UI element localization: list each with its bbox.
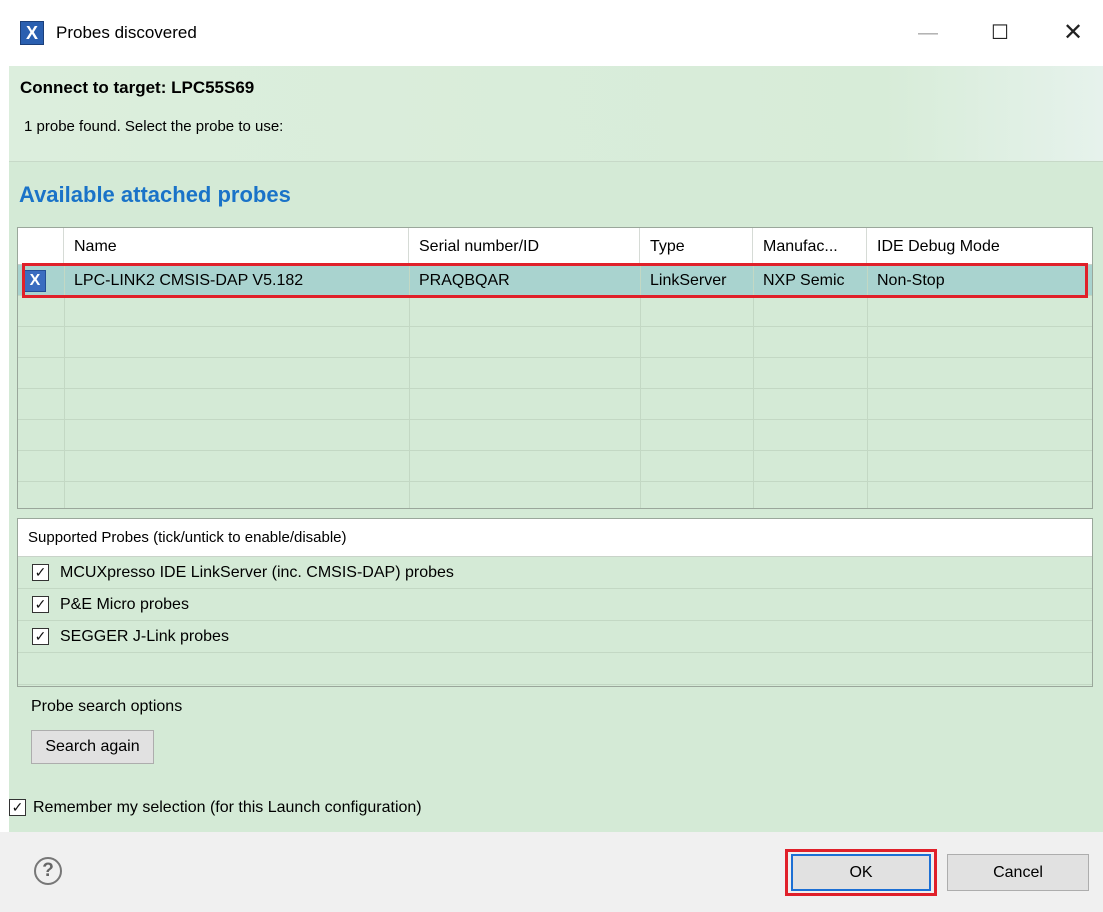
table-row-empty: [18, 358, 1092, 389]
probe-x-icon: X: [24, 270, 46, 292]
ok-button[interactable]: OK: [791, 854, 931, 891]
maximize-button[interactable]: ☐: [970, 12, 1030, 54]
cell-manufacturer: NXP Semic: [763, 272, 845, 289]
table-row-empty: [18, 389, 1092, 420]
cell-type: LinkServer: [650, 272, 727, 289]
close-button[interactable]: ✕: [1043, 12, 1103, 54]
minimize-button[interactable]: —: [898, 12, 958, 54]
remember-label: Remember my selection (for this Launch c…: [33, 799, 422, 816]
supported-probe-label: SEGGER J-Link probes: [60, 628, 229, 645]
column-header-type[interactable]: Type: [640, 228, 753, 265]
table-header: Name Serial number/ID Type Manufac... ID…: [18, 228, 1092, 265]
table-row-selected[interactable]: X LPC-LINK2 CMSIS-DAP V5.182 PRAQBQAR Li…: [18, 265, 1092, 296]
table-row-empty: [18, 451, 1092, 482]
remember-checkbox[interactable]: ✓: [9, 799, 26, 816]
column-divider: [409, 265, 410, 508]
probe-table: Name Serial number/ID Type Manufac... ID…: [17, 227, 1093, 509]
cell-serial: PRAQBQAR: [419, 272, 510, 289]
checkbox-linkserver[interactable]: ✓: [32, 564, 49, 581]
column-header-debug-mode[interactable]: IDE Debug Mode: [867, 228, 1092, 265]
dialog-body: Available attached probes Name Serial nu…: [9, 162, 1103, 832]
section-title: Available attached probes: [19, 182, 291, 207]
cell-name: LPC-LINK2 CMSIS-DAP V5.182: [74, 272, 304, 289]
cancel-button[interactable]: Cancel: [947, 854, 1089, 891]
column-header-name[interactable]: Name: [64, 228, 409, 265]
mcuxpresso-app-icon: X: [20, 21, 44, 45]
dialog-message: 1 probe found. Select the probe to use:: [24, 118, 284, 135]
column-header-icon: [18, 228, 64, 265]
column-divider: [64, 265, 65, 508]
help-icon[interactable]: ?: [34, 857, 62, 885]
table-row-empty: [18, 296, 1092, 327]
column-header-manufacturer[interactable]: Manufac...: [753, 228, 867, 265]
column-header-serial[interactable]: Serial number/ID: [409, 228, 640, 265]
supported-probe-item[interactable]: ✓ MCUXpresso IDE LinkServer (inc. CMSIS-…: [18, 557, 1092, 589]
title-bar: X Probes discovered — ☐ ✕: [0, 0, 1103, 66]
checkbox-segger-jlink[interactable]: ✓: [32, 628, 49, 645]
cell-debug-mode: Non-Stop: [877, 272, 945, 289]
supported-probe-label: P&E Micro probes: [60, 596, 189, 613]
supported-probe-item[interactable]: ✓ SEGGER J-Link probes: [18, 621, 1092, 653]
supported-probe-label: MCUXpresso IDE LinkServer (inc. CMSIS-DA…: [60, 564, 454, 581]
probe-search-options: Probe search options Search again: [17, 686, 1093, 782]
column-divider: [640, 265, 641, 508]
dialog-header: Connect to target: LPC55S69 1 probe foun…: [9, 66, 1103, 162]
search-options-legend: Probe search options: [31, 698, 183, 715]
column-divider: [867, 265, 868, 508]
column-divider: [753, 265, 754, 508]
table-row-empty: [18, 420, 1092, 451]
dialog-heading: Connect to target: LPC55S69: [20, 78, 255, 97]
table-row-empty: [18, 482, 1092, 508]
supported-probes-header: Supported Probes (tick/untick to enable/…: [18, 519, 1092, 557]
search-again-button[interactable]: Search again: [31, 730, 154, 764]
supported-probes-list: Supported Probes (tick/untick to enable/…: [17, 518, 1093, 687]
supported-probe-item[interactable]: ✓ P&E Micro probes: [18, 589, 1092, 621]
checkbox-pe-micro[interactable]: ✓: [32, 596, 49, 613]
supported-probe-item-empty: [18, 653, 1092, 685]
dialog-footer: ? OK Cancel: [0, 832, 1103, 912]
table-row-empty: [18, 327, 1092, 358]
window-title: Probes discovered: [56, 23, 197, 42]
